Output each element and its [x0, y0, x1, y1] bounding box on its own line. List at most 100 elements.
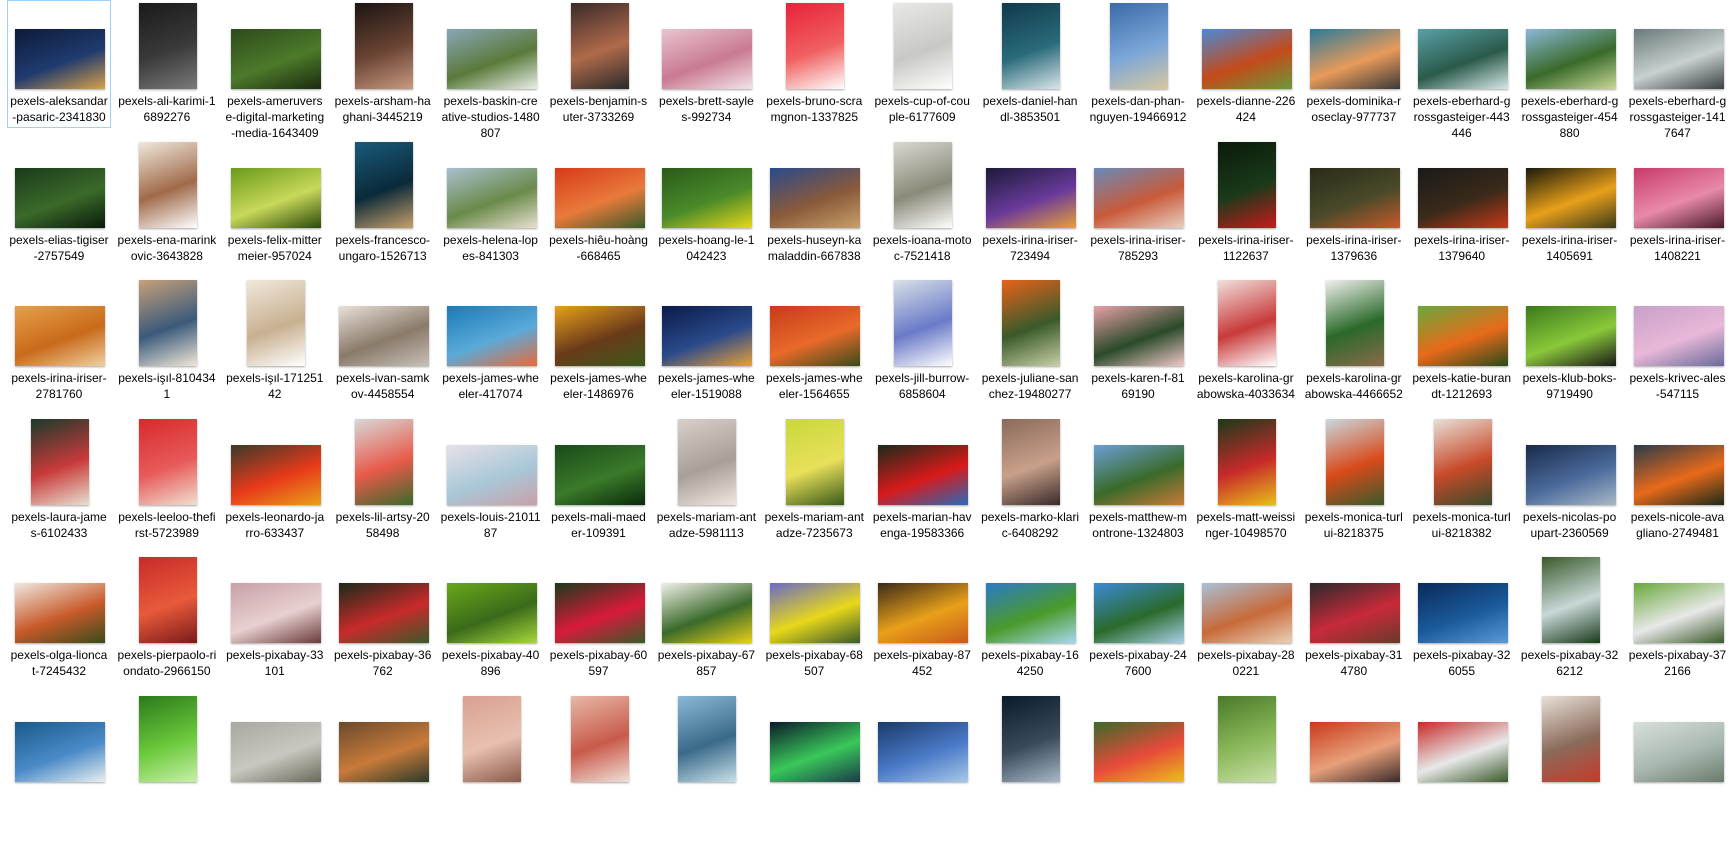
file-item[interactable]: pexels-irina-iriser-1405691 — [1518, 139, 1622, 265]
file-item[interactable]: pexels-irina-iriser-723494 — [978, 139, 1082, 265]
file-item[interactable]: pexels-cup-of-couple-6177609 — [870, 0, 974, 126]
file-item[interactable] — [223, 693, 327, 787]
file-item[interactable] — [1410, 693, 1514, 787]
file-item[interactable]: pexels-işıl-17125142 — [223, 277, 327, 403]
file-item[interactable]: pexels-hoang-le-1042423 — [654, 139, 758, 265]
file-item[interactable]: pexels-pixabay-314780 — [1302, 554, 1406, 680]
file-item[interactable]: pexels-ena-marinkovic-3643828 — [115, 139, 219, 265]
file-item[interactable]: pexels-karen-f-8169190 — [1086, 277, 1190, 403]
file-item[interactable]: pexels-pixabay-36762 — [331, 554, 435, 680]
file-item[interactable]: pexels-ali-karimi-16892276 — [115, 0, 219, 126]
file-item[interactable]: pexels-mariam-antadze-7235673 — [762, 416, 866, 542]
file-item[interactable]: pexels-nicole-avagliano-2749481 — [1626, 416, 1730, 542]
file-item[interactable]: pexels-aleksandar-pasaric-2341830 — [7, 0, 111, 128]
file-item[interactable]: pexels-daniel-handl-3853501 — [978, 0, 1082, 126]
file-item[interactable]: pexels-pixabay-40896 — [439, 554, 543, 680]
file-item[interactable]: pexels-irina-iriser-1122637 — [1194, 139, 1298, 265]
file-item[interactable]: pexels-irina-iriser-785293 — [1086, 139, 1190, 265]
file-item[interactable]: pexels-marko-klaric-6408292 — [978, 416, 1082, 542]
file-item[interactable]: pexels-mali-maeder-109391 — [547, 416, 651, 542]
file-item[interactable]: pexels-marian-havenga-19583366 — [870, 416, 974, 542]
file-item[interactable] — [1302, 693, 1406, 787]
file-item[interactable]: pexels-olga-lioncat-7245432 — [7, 554, 111, 680]
file-item[interactable]: pexels-karolina-grabowska-4033634 — [1194, 277, 1298, 403]
file-grid[interactable]: pexels-aleksandar-pasaric-2341830 pexels-… — [0, 0, 1733, 866]
file-item[interactable]: pexels-matthew-montrone-1324803 — [1086, 416, 1190, 542]
file-item[interactable] — [1518, 693, 1622, 787]
file-item[interactable] — [654, 693, 758, 787]
file-item[interactable]: pexels-pixabay-33101 — [223, 554, 327, 680]
file-item[interactable] — [978, 693, 1082, 787]
thumbnail-frame — [224, 140, 328, 230]
file-item[interactable] — [7, 693, 111, 787]
file-item[interactable]: pexels-elias-tigiser-2757549 — [7, 139, 111, 265]
file-item[interactable]: pexels-benjamin-suter-3733269 — [547, 0, 651, 126]
file-item[interactable]: pexels-dianne-226424 — [1194, 0, 1298, 126]
file-item[interactable] — [115, 693, 219, 787]
file-item[interactable]: pexels-dominika-roseclay-977737 — [1302, 0, 1406, 126]
file-item[interactable]: pexels-james-wheeler-1486976 — [547, 277, 651, 403]
file-item[interactable]: pexels-pixabay-247600 — [1086, 554, 1190, 680]
file-item[interactable]: pexels-laura-james-6102433 — [7, 416, 111, 542]
file-item[interactable]: pexels-pixabay-326212 — [1518, 554, 1622, 680]
file-item[interactable]: pexels-pixabay-67857 — [654, 554, 758, 680]
file-item[interactable]: pexels-brett-sayles-992734 — [654, 0, 758, 126]
file-item[interactable]: pexels-monica-turlui-8218382 — [1410, 416, 1514, 542]
file-item[interactable] — [1626, 693, 1730, 787]
file-item[interactable]: pexels-klub-boks-9719490 — [1518, 277, 1622, 403]
file-item[interactable]: pexels-dan-phan-nguyen-19466912 — [1086, 0, 1190, 126]
file-item[interactable] — [547, 693, 651, 787]
file-item[interactable]: pexels-nicolas-poupart-2360569 — [1518, 416, 1622, 542]
file-item[interactable]: pexels-huseyn-kamaladdin-667838 — [762, 139, 866, 265]
file-item[interactable]: pexels-pixabay-372166 — [1626, 554, 1730, 680]
file-item[interactable]: pexels-pixabay-326055 — [1410, 554, 1514, 680]
file-item[interactable]: pexels-matt-weissinger-10498570 — [1194, 416, 1298, 542]
file-item[interactable]: pexels-pixabay-68507 — [762, 554, 866, 680]
file-item[interactable]: pexels-juliane-sanchez-19480277 — [978, 277, 1082, 403]
file-item[interactable]: pexels-mariam-antadze-5981113 — [654, 416, 758, 542]
file-item[interactable]: pexels-irina-iriser-1379640 — [1410, 139, 1514, 265]
file-item[interactable] — [762, 693, 866, 787]
file-item[interactable]: pexels-monica-turlui-8218375 — [1302, 416, 1406, 542]
file-item[interactable]: pexels-irina-iriser-1379636 — [1302, 139, 1406, 265]
file-item[interactable]: pexels-işıl-8104341 — [115, 277, 219, 403]
file-item[interactable] — [870, 693, 974, 787]
file-item[interactable]: pexels-irina-iriser-1408221 — [1626, 139, 1730, 265]
file-item[interactable]: pexels-eberhard-grossgasteiger-1417647 — [1626, 0, 1730, 142]
file-name-label: pexels-james-wheeler-1486976 — [550, 371, 647, 401]
file-item[interactable]: pexels-helena-lopes-841303 — [439, 139, 543, 265]
file-item[interactable]: pexels-katie-burandt-1212693 — [1410, 277, 1514, 403]
file-item[interactable]: pexels-eberhard-grossgasteiger-454880 — [1518, 0, 1622, 142]
file-item[interactable]: pexels-pierpaolo-riondato-2966150 — [115, 554, 219, 680]
file-item[interactable]: pexels-louis-2101187 — [439, 416, 543, 542]
file-item[interactable]: pexels-ivan-samkov-4458554 — [331, 277, 435, 403]
file-item[interactable]: pexels-irina-iriser-2781760 — [7, 277, 111, 403]
file-item[interactable]: pexels-ioana-motoc-7521418 — [870, 139, 974, 265]
file-item[interactable]: pexels-leeloo-thefirst-5723989 — [115, 416, 219, 542]
file-item[interactable]: pexels-ameruverse-digital-marketing-medi… — [223, 0, 327, 142]
file-item[interactable] — [1086, 693, 1190, 787]
file-item[interactable]: pexels-leonardo-jarro-633437 — [223, 416, 327, 542]
file-item[interactable] — [331, 693, 435, 787]
file-item[interactable]: pexels-pixabay-60597 — [547, 554, 651, 680]
file-item[interactable] — [439, 693, 543, 787]
file-item[interactable]: pexels-felix-mittermeier-957024 — [223, 139, 327, 265]
file-item[interactable]: pexels-james-wheeler-1564655 — [762, 277, 866, 403]
file-item[interactable]: pexels-pixabay-164250 — [978, 554, 1082, 680]
file-item[interactable]: pexels-bruno-scramgnon-1337825 — [762, 0, 866, 126]
file-item[interactable]: pexels-jill-burrow-6858604 — [870, 277, 974, 403]
file-item[interactable]: pexels-hiêu-hoàng-668465 — [547, 139, 651, 265]
file-item[interactable]: pexels-karolina-grabowska-4466652 — [1302, 277, 1406, 403]
file-item[interactable]: pexels-arsham-haghani-3445219 — [331, 0, 435, 126]
file-item[interactable]: pexels-krivec-ales-547115 — [1626, 277, 1730, 403]
file-item[interactable]: pexels-pixabay-87452 — [870, 554, 974, 680]
file-item[interactable]: pexels-baskin-creative-studios-1480807 — [439, 0, 543, 142]
file-item[interactable]: pexels-francesco-ungaro-1526713 — [331, 139, 435, 265]
file-item[interactable]: pexels-eberhard-grossgasteiger-443446 — [1410, 0, 1514, 142]
file-item[interactable]: pexels-pixabay-280221 — [1194, 554, 1298, 680]
file-item[interactable]: pexels-lil-artsy-2058498 — [331, 416, 435, 542]
file-item[interactable]: pexels-james-wheeler-1519088 — [654, 277, 758, 403]
file-item[interactable]: pexels-james-wheeler-417074 — [439, 277, 543, 403]
file-name-label: pexels-bruno-scramgnon-1337825 — [766, 94, 863, 124]
file-item[interactable] — [1194, 693, 1298, 787]
